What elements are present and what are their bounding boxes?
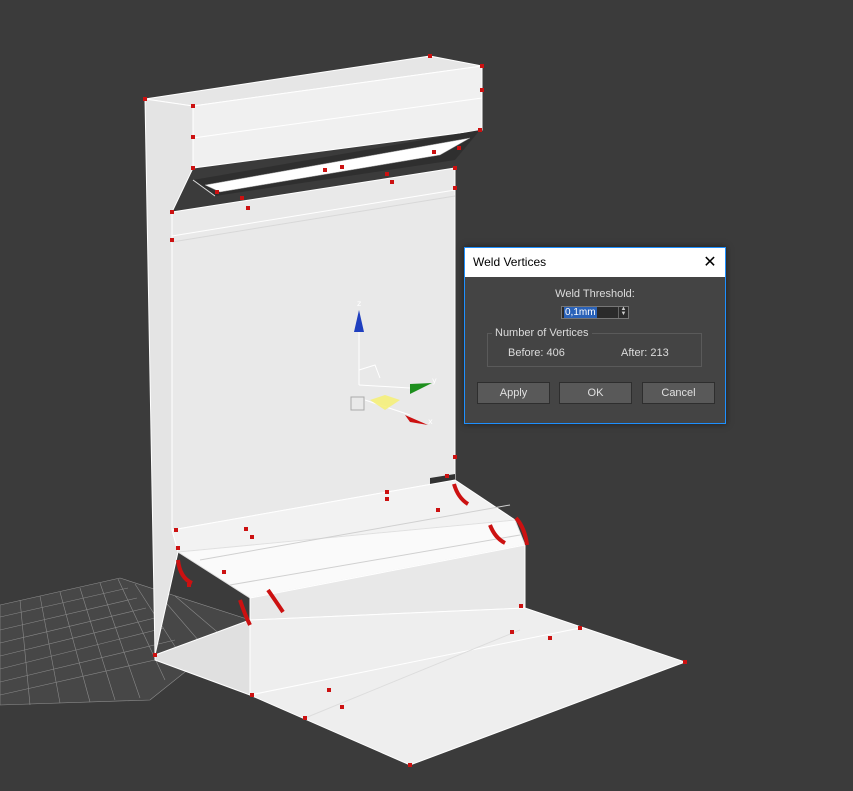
- group-legend: Number of Vertices: [492, 327, 592, 339]
- apply-button[interactable]: Apply: [477, 382, 550, 404]
- before-value: 406: [546, 347, 565, 359]
- weld-vertices-dialog[interactable]: Weld Vertices ✕ Weld Threshold: 0,1mm ▲ ▼…: [464, 247, 726, 424]
- weld-threshold-spinner[interactable]: 0,1mm ▲ ▼: [561, 306, 629, 319]
- spinner-arrows-icon[interactable]: ▲ ▼: [618, 306, 628, 318]
- weld-threshold-label: Weld Threshold:: [555, 288, 635, 300]
- weld-threshold-input[interactable]: 0,1mm: [562, 307, 622, 318]
- before-count: Before: 406: [508, 347, 565, 359]
- after-count: After: 213: [621, 347, 669, 359]
- number-of-vertices-group: Number of Vertices Before: 406 After: 21…: [487, 327, 702, 367]
- weld-threshold-value[interactable]: 0,1mm: [564, 307, 597, 318]
- svg-text:x: x: [428, 417, 433, 426]
- dialog-title-bar[interactable]: Weld Vertices ✕: [465, 248, 725, 277]
- after-label: After:: [621, 347, 648, 359]
- ok-button[interactable]: OK: [559, 382, 632, 404]
- after-value: 213: [650, 347, 669, 359]
- close-icon[interactable]: ✕: [695, 248, 725, 277]
- dialog-title: Weld Vertices: [473, 255, 547, 269]
- before-label: Before:: [508, 347, 544, 359]
- cancel-button[interactable]: Cancel: [642, 382, 715, 404]
- svg-text:y: y: [432, 376, 437, 385]
- svg-text:z: z: [357, 299, 361, 308]
